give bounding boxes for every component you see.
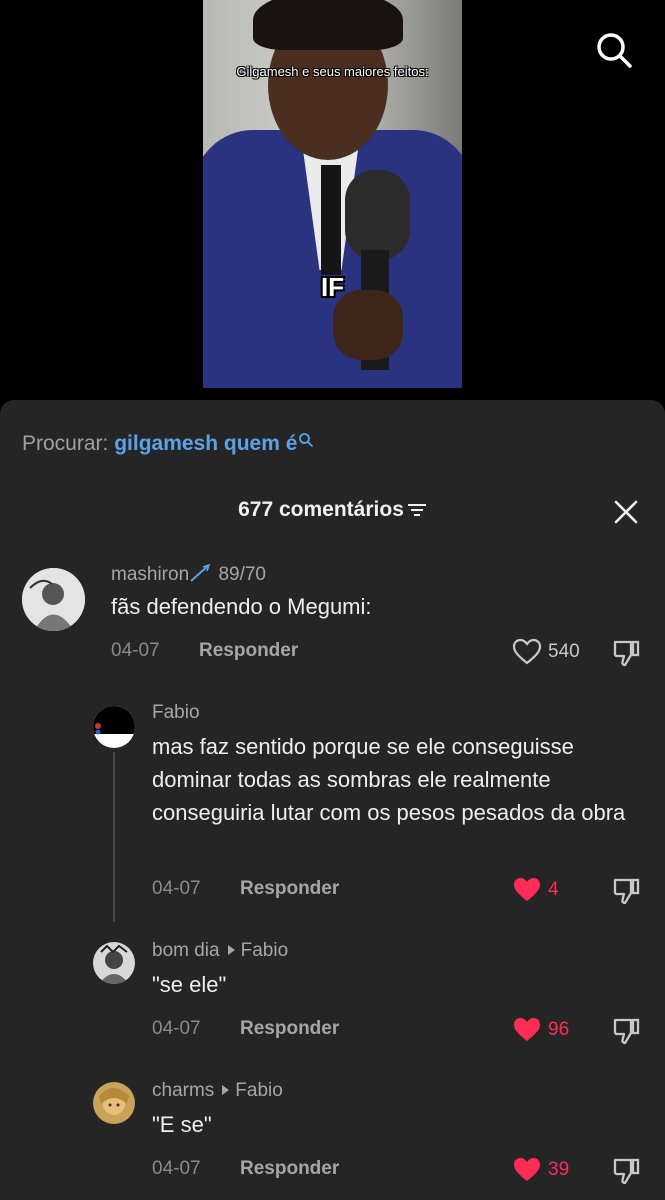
heart-filled-icon	[514, 1018, 540, 1041]
username-badge: 89/70	[218, 564, 266, 585]
comment-date: 04-07	[152, 1158, 201, 1179]
reply-button[interactable]: Responder	[240, 878, 339, 900]
avatar[interactable]	[22, 568, 85, 631]
like-button[interactable]: 540	[512, 638, 580, 666]
heart-filled-icon	[514, 878, 540, 901]
username-text[interactable]: mashiron	[111, 564, 189, 585]
comments-header: 677 comentários	[0, 498, 665, 522]
like-button[interactable]: 39	[512, 1156, 569, 1184]
reply-arrow-icon	[227, 944, 235, 955]
thumbnail-hair	[253, 0, 403, 50]
comment-username[interactable]: charms Fabio	[152, 1080, 283, 1102]
thread-line	[113, 752, 115, 922]
username-text[interactable]: bom dia	[152, 940, 220, 961]
like-count: 4	[548, 879, 559, 900]
reply-button[interactable]: Responder	[240, 1158, 339, 1180]
comment-date: 04-07	[152, 878, 201, 899]
heart-filled-icon	[514, 1158, 540, 1181]
search-icon[interactable]	[594, 30, 634, 70]
comments-panel: Procurar: gilgamesh quem é 677 comentári…	[0, 400, 665, 1200]
search-suggestion-query[interactable]: gilgamesh quem é	[114, 432, 297, 455]
comment-username[interactable]: Fabio	[152, 702, 200, 724]
dislike-icon[interactable]	[611, 1156, 641, 1186]
comment-text: mas faz sentido porque se ele conseguiss…	[152, 734, 626, 825]
video-overlay-caption: IF	[320, 272, 345, 302]
username-text[interactable]: charms	[152, 1080, 214, 1101]
dislike-icon[interactable]	[611, 1016, 641, 1046]
thumbnail-microphone	[345, 170, 410, 260]
reply-to-username[interactable]: Fabio	[235, 1080, 283, 1101]
close-icon[interactable]	[612, 498, 640, 526]
comment-username[interactable]: bom dia Fabio	[152, 940, 288, 962]
reply-arrow-icon	[222, 1084, 230, 1095]
comment-username[interactable]: mashiron 89/70	[111, 563, 266, 586]
comment-text: fãs defendendo o Megumi:	[111, 594, 372, 619]
avatar[interactable]	[93, 706, 135, 748]
heart-outline-icon	[512, 638, 542, 665]
video-overlay-title: Gilgamesh e seus maiores feitos:	[236, 64, 429, 79]
video-thumbnail[interactable]	[203, 0, 462, 388]
comments-count: 677 comentários	[238, 498, 404, 521]
like-button[interactable]: 96	[512, 1016, 569, 1044]
avatar[interactable]	[93, 1082, 135, 1124]
like-count: 540	[548, 641, 580, 662]
dislike-icon[interactable]	[611, 638, 641, 668]
comment-text: "E se"	[152, 1112, 212, 1137]
thumbnail-tie	[321, 165, 341, 275]
search-suggestion-label: Procurar:	[22, 432, 109, 455]
avatar[interactable]	[93, 942, 135, 984]
dislike-icon[interactable]	[611, 876, 641, 906]
search-icon	[299, 433, 314, 447]
reply-button[interactable]: Responder	[199, 640, 298, 662]
like-button[interactable]: 4	[512, 876, 559, 904]
comment-text: "se ele"	[152, 972, 227, 997]
video-area[interactable]: Gilgamesh e seus maiores feitos: IF	[0, 0, 665, 400]
quill-icon	[190, 563, 211, 582]
sort-icon[interactable]	[407, 502, 427, 518]
like-count: 39	[548, 1159, 570, 1180]
reply-to-username[interactable]: Fabio	[241, 940, 289, 961]
comment-date: 04-07	[111, 640, 160, 661]
reply-button[interactable]: Responder	[240, 1018, 339, 1040]
comment-date: 04-07	[152, 1018, 201, 1039]
search-suggestion[interactable]: Procurar: gilgamesh quem é	[22, 432, 314, 456]
like-count: 96	[548, 1019, 570, 1040]
